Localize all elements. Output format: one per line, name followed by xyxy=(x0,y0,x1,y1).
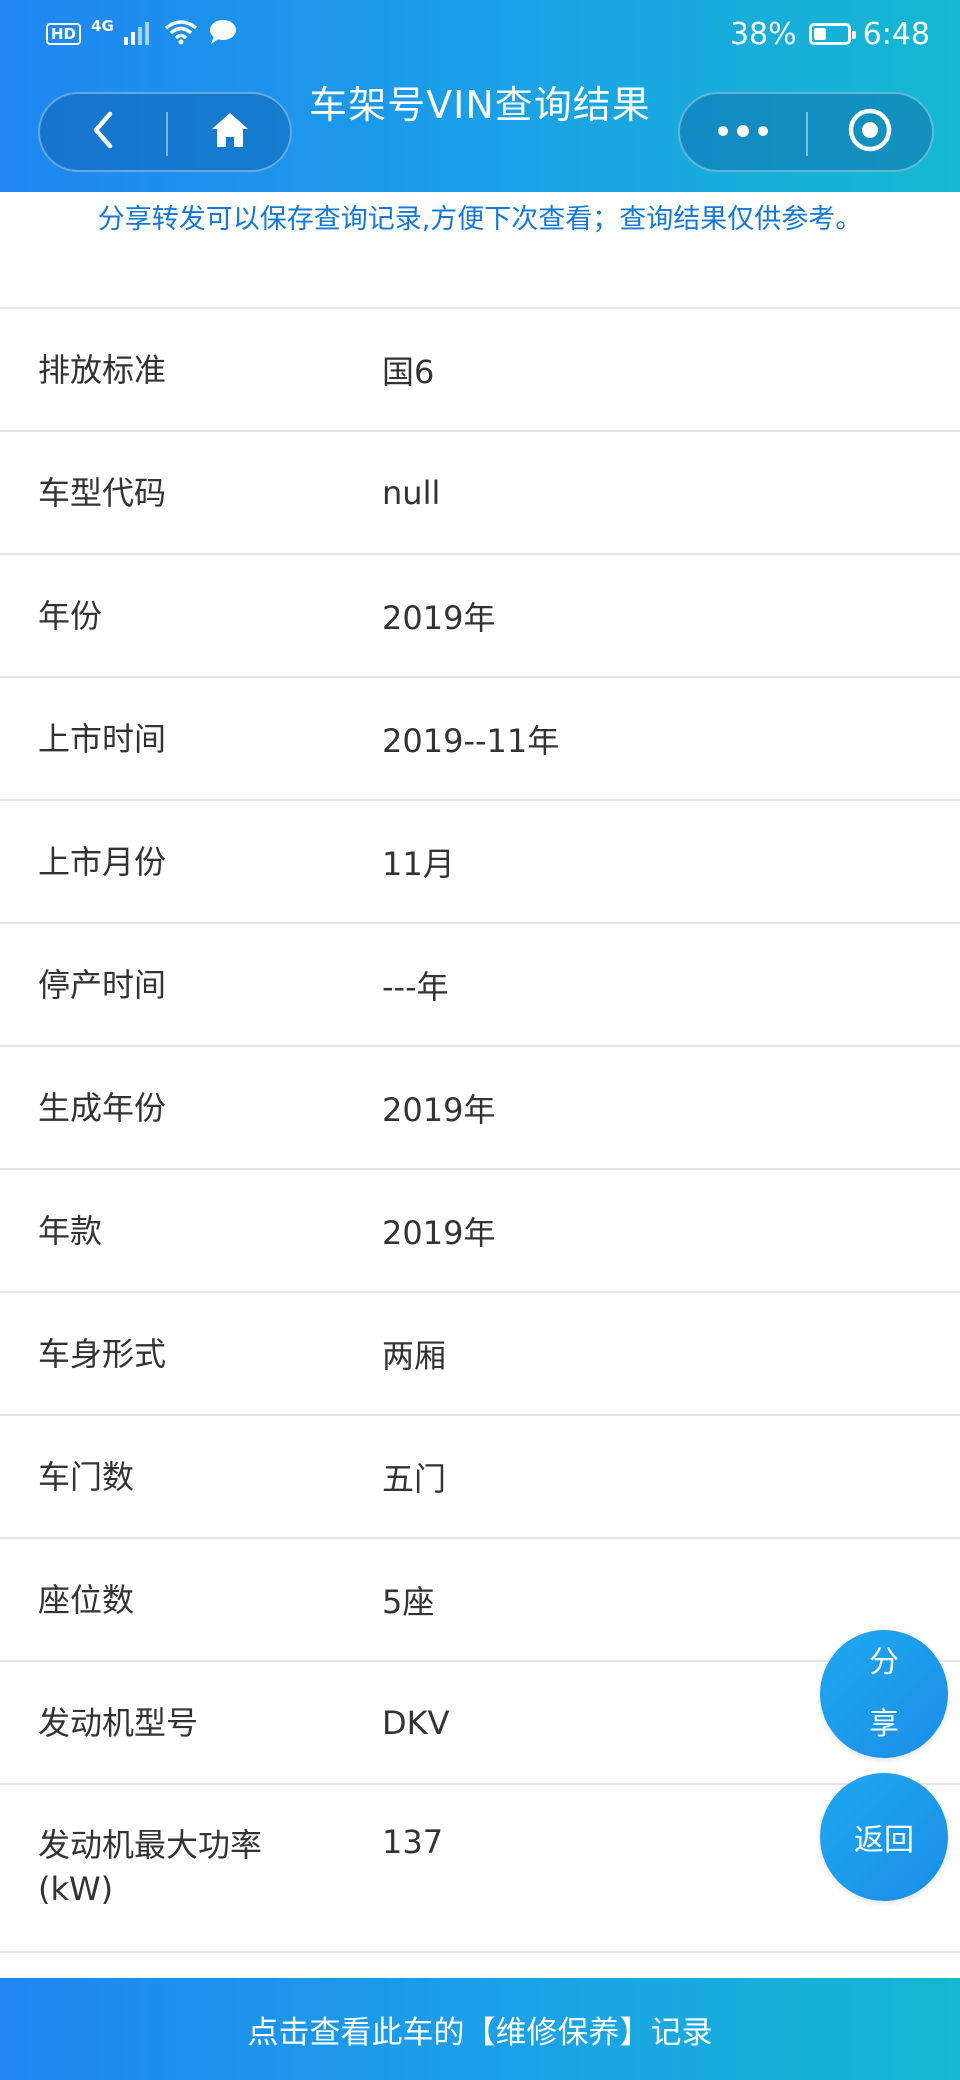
table-row: 发动机型号 DKV xyxy=(0,1662,960,1785)
row-label: 车身形式 xyxy=(38,1334,167,1373)
table-row: 上市时间 2019--11年 xyxy=(0,678,960,801)
row-label: 座位数 xyxy=(38,1580,135,1619)
row-value: 11月 xyxy=(382,844,455,883)
table-row: 发动机最大功率(kW) 137 xyxy=(0,1785,960,1953)
table-row: 生成年份 2019年 xyxy=(0,1047,960,1170)
signal-icon xyxy=(123,19,154,49)
back-button[interactable] xyxy=(40,94,166,170)
chat-bubble-icon xyxy=(208,18,238,50)
battery-percent: 38% xyxy=(729,16,797,52)
row-value: ---年 xyxy=(382,967,449,1006)
row-value: 2019年 xyxy=(382,1213,496,1252)
row-value: 2019年 xyxy=(382,1090,496,1129)
row-label: 生成年份 xyxy=(38,1088,167,1127)
battery-icon xyxy=(808,23,856,45)
home-button[interactable] xyxy=(168,94,292,170)
row-label: 年款 xyxy=(38,1211,103,1250)
status-bar: HD 4G 38% 6:48 xyxy=(0,0,960,68)
row-label: 停产时间 xyxy=(38,965,167,1004)
table-row: 车身形式 两厢 xyxy=(0,1293,960,1416)
home-icon xyxy=(210,111,250,153)
row-label: 上市时间 xyxy=(38,719,167,758)
status-left: HD 4G xyxy=(46,16,238,52)
more-dots-icon xyxy=(716,123,770,142)
row-value: 国6 xyxy=(382,352,435,391)
more-button[interactable] xyxy=(680,94,806,170)
row-label: 上市月份 xyxy=(38,842,167,881)
table-row: 车门数 五门 xyxy=(0,1416,960,1539)
row-value: 5座 xyxy=(382,1582,435,1621)
row-label: 车型代码 xyxy=(38,473,167,512)
target-circle-icon xyxy=(847,107,893,157)
wifi-icon xyxy=(164,18,198,50)
page-title: 车架号VIN查询结果 xyxy=(309,83,651,127)
hd-indicator: HD xyxy=(46,23,82,45)
row-label: 发动机最大功率(kW) xyxy=(38,1826,263,1908)
share-label-2: 享 xyxy=(869,1707,899,1742)
row-label: 年份 xyxy=(38,596,103,635)
row-value: 137 xyxy=(382,1823,444,1861)
row-value: 2019年 xyxy=(382,598,496,637)
chevron-left-icon xyxy=(90,110,116,154)
return-button[interactable]: 返回 xyxy=(820,1773,948,1901)
share-notice: 分享转发可以保存查询记录,方便下次查看；查询结果仅供参考。 xyxy=(0,192,960,248)
row-value: 五门 xyxy=(382,1459,447,1498)
table-row: 车型代码 null xyxy=(0,432,960,555)
clock: 6:48 xyxy=(862,16,930,52)
nav-capsule-right xyxy=(678,92,934,172)
network-type: 4G xyxy=(91,17,114,35)
table-row: 座位数 5座 xyxy=(0,1539,960,1662)
share-label-1: 分 xyxy=(869,1645,899,1680)
table-row: 停产时间 ---年 xyxy=(0,924,960,1047)
nav-capsule-left xyxy=(38,92,292,172)
table-row: 上市月份 11月 xyxy=(0,801,960,924)
row-value: DKV xyxy=(382,1703,450,1742)
table-row: 年款 2019年 xyxy=(0,1170,960,1293)
close-miniprogram-button[interactable] xyxy=(808,94,932,170)
table-row: 年份 2019年 xyxy=(0,555,960,678)
row-value: 两厢 xyxy=(382,1336,447,1375)
row-value: null xyxy=(382,473,441,512)
status-right: 38% 6:48 xyxy=(730,14,930,54)
row-label: 排放标准 xyxy=(38,350,167,389)
row-value: 2019--11年 xyxy=(382,721,560,760)
vin-result-table: 排放标准 国6 车型代码 null 年份 2019年 上市时间 2019--11… xyxy=(0,186,960,1953)
top-header: HD 4G 38% 6:48 车架号VIN查询结果 xyxy=(0,0,960,192)
row-label: 发动机型号 xyxy=(38,1703,199,1742)
share-button[interactable]: 分 享 xyxy=(820,1630,948,1758)
table-row: 排放标准 国6 xyxy=(0,309,960,432)
maintenance-record-button[interactable]: 点击查看此车的【维修保养】记录 xyxy=(0,1978,960,2080)
row-label: 车门数 xyxy=(38,1457,135,1496)
